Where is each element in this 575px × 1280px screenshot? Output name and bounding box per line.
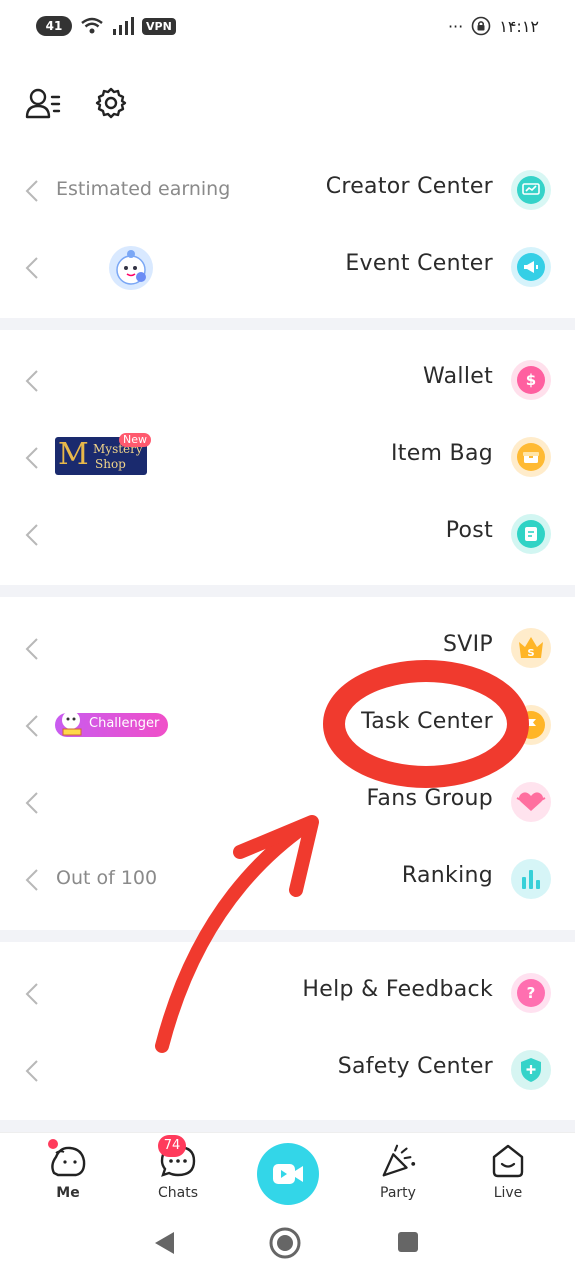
nav-chats[interactable]: 74 Chats xyxy=(138,1135,218,1201)
row-label: Ranking xyxy=(401,863,493,888)
menu-row-item-bag[interactable]: M Mystery Shop New Item Bag xyxy=(0,419,575,496)
estimated-earning-hint: Estimated earning xyxy=(56,178,231,200)
new-badge: New xyxy=(119,433,151,447)
menu-row-safety-center[interactable]: Safety Center xyxy=(0,1032,575,1109)
chevron-left-icon xyxy=(25,524,38,546)
bottom-nav: Me 74 Chats Party Live xyxy=(0,1132,575,1216)
row-label: SVIP xyxy=(443,632,493,657)
status-dots: ··· xyxy=(447,16,464,36)
signal-icon xyxy=(113,17,134,35)
event-mascot-icon xyxy=(109,246,153,290)
me-notification-dot xyxy=(48,1139,58,1149)
chevron-left-icon xyxy=(25,180,38,202)
chart-icon xyxy=(511,170,551,210)
nav-me[interactable]: Me xyxy=(28,1139,108,1201)
top-icons xyxy=(24,84,130,122)
system-navigation xyxy=(0,1216,575,1280)
nav-chats-label: Chats xyxy=(157,1185,198,1201)
status-bar: 41 VPN ··· ۱۴:۱۲ xyxy=(0,0,575,56)
bag-icon xyxy=(511,437,551,477)
chevron-left-icon xyxy=(25,1060,38,1082)
section-divider xyxy=(0,930,575,942)
section-divider xyxy=(0,1120,575,1132)
row-label: Creator Center xyxy=(325,174,493,199)
menu-row-svip[interactable]: SVIP S xyxy=(0,610,575,687)
nav-live[interactable]: Live xyxy=(468,1141,548,1201)
me-icon xyxy=(48,1139,88,1181)
chevron-left-icon xyxy=(25,447,38,469)
profile-list-icon[interactable] xyxy=(24,84,62,122)
chevron-left-icon xyxy=(25,257,38,279)
status-right: ··· ۱۴:۱۲ xyxy=(448,16,539,36)
chevron-left-icon xyxy=(25,370,38,392)
menu-row-event-center[interactable]: Event Center xyxy=(0,229,575,306)
heart-icon xyxy=(511,782,551,822)
flag-icon xyxy=(511,705,551,745)
video-camera-icon xyxy=(273,1164,303,1184)
nav-party-label: Party xyxy=(380,1185,416,1201)
section-divider xyxy=(0,318,575,330)
party-icon xyxy=(378,1141,418,1181)
menu-row-task-center[interactable]: Challenger Task Center xyxy=(0,687,575,764)
mystery-shop-letter: M xyxy=(58,437,89,472)
home-circle-icon[interactable] xyxy=(268,1226,302,1260)
row-label: Event Center xyxy=(345,251,493,276)
nav-live-label: Live xyxy=(493,1185,523,1201)
shield-icon xyxy=(511,1050,551,1090)
mystery-shop-line2: Shop xyxy=(95,457,126,471)
wifi-icon xyxy=(81,17,103,34)
status-time: ۱۴:۱۲ xyxy=(499,16,539,36)
menu-row-wallet[interactable]: Wallet $ xyxy=(0,342,575,419)
chats-count-badge: 74 xyxy=(158,1135,186,1157)
row-label: Task Center xyxy=(361,709,493,734)
question-icon: ? xyxy=(511,973,551,1013)
svg-text:S: S xyxy=(527,648,534,659)
chevron-left-icon xyxy=(25,983,38,1005)
row-label: Post xyxy=(445,518,493,543)
row-label: Help & Feedback xyxy=(302,977,493,1002)
battery-indicator: 41 xyxy=(36,16,72,36)
menu-row-post[interactable]: Post xyxy=(0,496,575,573)
chevron-left-icon xyxy=(25,715,38,737)
bar-chart-icon xyxy=(511,859,551,899)
vpn-badge: VPN xyxy=(142,17,176,35)
challenger-label: Challenger xyxy=(89,716,160,731)
challenger-badge: Challenger xyxy=(55,711,168,737)
chevron-left-icon xyxy=(25,869,38,891)
status-left: 41 VPN xyxy=(36,16,176,36)
chevron-left-icon xyxy=(25,638,38,660)
row-label: Wallet xyxy=(422,364,493,389)
go-live-camera-button[interactable] xyxy=(257,1143,319,1205)
menu-row-ranking[interactable]: Out of 100 Ranking xyxy=(0,841,575,918)
row-label: Item Bag xyxy=(390,441,493,466)
menu-row-help-feedback[interactable]: Help & Feedback ? xyxy=(0,955,575,1032)
dollar-icon: $ xyxy=(511,360,551,400)
ranking-hint: Out of 100 xyxy=(56,867,158,889)
chats-icon: 74 xyxy=(158,1135,198,1181)
crown-icon: S xyxy=(511,628,551,668)
lock-icon xyxy=(471,16,491,36)
section-divider xyxy=(0,585,575,597)
nav-party[interactable]: Party xyxy=(358,1141,438,1201)
megaphone-icon xyxy=(511,247,551,287)
back-triangle-icon[interactable] xyxy=(152,1230,176,1256)
row-label: Fans Group xyxy=(366,786,493,811)
row-label: Safety Center xyxy=(337,1054,493,1079)
challenger-mascot-icon xyxy=(62,711,82,736)
mystery-shop-banner[interactable]: M Mystery Shop New xyxy=(55,433,151,475)
chevron-left-icon xyxy=(25,792,38,814)
menu-row-creator-center[interactable]: Estimated earning Creator Center xyxy=(0,152,575,229)
recents-square-icon[interactable] xyxy=(396,1230,420,1254)
settings-gear-icon[interactable] xyxy=(92,84,130,122)
menu-row-fans-group[interactable]: Fans Group xyxy=(0,764,575,841)
post-icon xyxy=(511,514,551,554)
nav-me-label: Me xyxy=(56,1185,80,1201)
live-icon xyxy=(488,1141,528,1181)
